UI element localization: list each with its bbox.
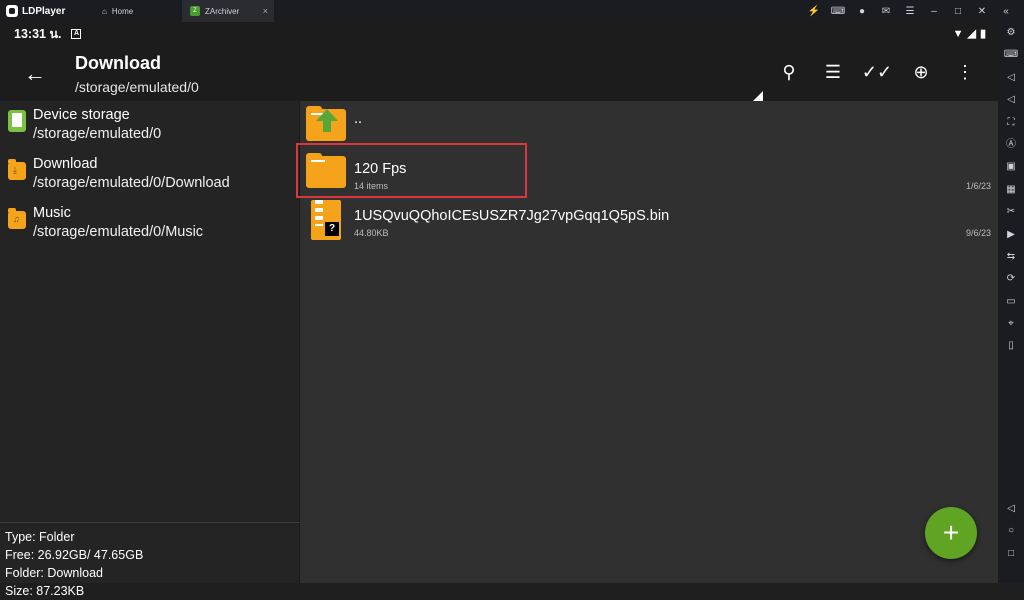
- file-name: 1USQvuQQhoICEsUSZR7Jg27vpGqq1Q5pS.bin: [354, 208, 670, 224]
- folder-icon[interactable]: ▭: [998, 291, 1024, 313]
- wifi-icon: ▼: [952, 27, 964, 40]
- emulator-sidebar: ⚙ ⌨ ◁ ◁ ⛶ Ⓐ ▣ ▦ ✂ ▶ ⇆ ⟳ ▭ ⌖ ▯ ◁ ○ □: [998, 22, 1024, 583]
- collapse-icon[interactable]: «: [994, 6, 1018, 17]
- brand-label: LDPlayer: [22, 5, 66, 17]
- home-icon: ⌂: [102, 6, 107, 16]
- minimize-icon[interactable]: –: [922, 6, 946, 17]
- menu-icon[interactable]: ☰: [898, 6, 922, 17]
- apk-icon[interactable]: ▦: [998, 179, 1024, 201]
- record-icon[interactable]: ▶: [998, 224, 1024, 246]
- location-device-storage[interactable]: Device storage /storage/emulated/0: [0, 101, 299, 150]
- bolt-icon[interactable]: ⚡: [802, 6, 826, 17]
- account-icon[interactable]: ●: [850, 6, 874, 17]
- tab-home-label: Home: [111, 6, 134, 16]
- more-vert-icon[interactable]: ⋮: [950, 57, 980, 87]
- multi-instance-icon[interactable]: Ⓐ: [998, 134, 1024, 156]
- file-row-parent[interactable]: ..: [301, 101, 998, 148]
- location-download[interactable]: ⤓ Download /storage/emulated/0/Download: [0, 150, 299, 199]
- volume-up-icon[interactable]: ◁: [998, 67, 1024, 89]
- location-name: Download: [33, 156, 98, 172]
- screenshot-icon[interactable]: ⛶: [998, 112, 1024, 134]
- app-toolbar: ← Download /storage/emulated/0 ⚲ ☰ ✓✓ ⊕ …: [0, 45, 998, 101]
- location-music[interactable]: ♫ Music /storage/emulated/0/Music: [0, 199, 299, 248]
- status-time: 13:31 น.: [14, 26, 62, 41]
- sync-icon[interactable]: ⇆: [998, 246, 1024, 268]
- gamepad-icon[interactable]: ⌨: [826, 6, 850, 17]
- mail-icon[interactable]: ✉: [874, 6, 898, 17]
- add-circle-icon[interactable]: ⊕: [906, 57, 936, 87]
- rotate-icon[interactable]: ⟳: [998, 268, 1024, 290]
- file-meta: 44.80KB: [354, 228, 389, 238]
- battery-icon: ▮: [979, 28, 986, 40]
- tab-zarchiver-label: ZArchiver: [205, 6, 240, 16]
- music-folder-icon: ♫: [8, 208, 26, 229]
- location-path: /storage/emulated/0: [33, 126, 162, 142]
- file-name: ..: [354, 111, 363, 127]
- back-arrow-icon[interactable]: ←: [24, 61, 46, 87]
- settings-icon[interactable]: ⚙: [998, 22, 1024, 44]
- status-right: ▼ ◢ ▮: [952, 27, 986, 41]
- signal-icon: ◢: [967, 28, 976, 40]
- nav-buttons: ◁ ○ □: [998, 498, 1024, 565]
- multi-select-icon[interactable]: ✓✓: [862, 57, 892, 87]
- ldplayer-brand: LDPlayer: [0, 5, 92, 17]
- info-size: Size: 87.23KB: [5, 584, 85, 598]
- tab-close-icon[interactable]: ×: [263, 6, 268, 16]
- download-folder-icon: ⤓: [8, 159, 26, 180]
- volume-down-icon[interactable]: ◁: [998, 89, 1024, 111]
- location-name: Device storage: [33, 107, 130, 123]
- location-name: Music: [33, 205, 71, 221]
- nav-recent-icon[interactable]: □: [998, 543, 1024, 565]
- device-storage-icon: [8, 110, 26, 132]
- info-type: Type: Folder: [5, 530, 75, 544]
- close-icon[interactable]: ✕: [970, 6, 994, 17]
- ldplayer-logo-icon: [6, 5, 18, 17]
- location-path: /storage/emulated/0/Music: [33, 224, 204, 240]
- toolbar-actions: ⚲ ☰ ✓✓ ⊕ ⋮: [774, 57, 980, 87]
- search-icon[interactable]: ⚲: [774, 57, 804, 87]
- status-bar: 13:31 น. A ▼ ◢ ▮: [0, 22, 998, 45]
- window-controls: ⚡ ⌨ ● ✉ ☰ – □ ✕ «: [802, 6, 1024, 17]
- nav-back-icon[interactable]: ◁: [998, 498, 1024, 520]
- keyboard-icon[interactable]: ⌨: [998, 44, 1024, 66]
- file-row-bin[interactable]: 1USQvuQQhoICEsUSZR7Jg27vpGqq1Q5pS.bin 44…: [301, 195, 998, 242]
- page-title: Download: [75, 53, 161, 73]
- shake-icon[interactable]: ▯: [998, 335, 1024, 357]
- corner-indicator-icon: [753, 91, 763, 101]
- locations-pane: Device storage /storage/emulated/0 ⤓ Dow…: [0, 101, 300, 598]
- tab-home[interactable]: ⌂ Home: [92, 0, 182, 22]
- notification-a-icon: A: [71, 28, 82, 39]
- info-panel: Type: Folder Free: 26.92GB/ 47.65GB Fold…: [0, 522, 300, 598]
- maximize-icon[interactable]: □: [946, 6, 970, 17]
- video-icon[interactable]: ▣: [998, 156, 1024, 178]
- unknown-file-icon: [311, 200, 341, 240]
- cut-icon[interactable]: ✂: [998, 201, 1024, 223]
- add-fab-button[interactable]: +: [925, 507, 977, 559]
- list-view-icon[interactable]: ☰: [818, 57, 848, 87]
- location-icon[interactable]: ⌖: [998, 313, 1024, 335]
- emulator-titlebar: LDPlayer ⌂ Home Z ZArchiver × ⚡ ⌨ ● ✉ ☰ …: [0, 0, 1024, 22]
- tab-zarchiver[interactable]: Z ZArchiver ×: [182, 0, 274, 22]
- file-date: 1/6/23: [965, 181, 991, 191]
- nav-home-icon[interactable]: ○: [998, 520, 1024, 542]
- zarchiver-icon: Z: [190, 6, 200, 16]
- page-subtitle-path: /storage/emulated/0: [75, 79, 199, 95]
- info-free: Free: 26.92GB/ 47.65GB: [5, 548, 144, 562]
- info-folder: Folder: Download: [5, 566, 103, 580]
- up-arrow-stem: [323, 120, 331, 132]
- file-date: 9/6/23: [965, 228, 991, 238]
- location-path: /storage/emulated/0/Download: [33, 175, 230, 191]
- selection-highlight-box: [296, 143, 527, 198]
